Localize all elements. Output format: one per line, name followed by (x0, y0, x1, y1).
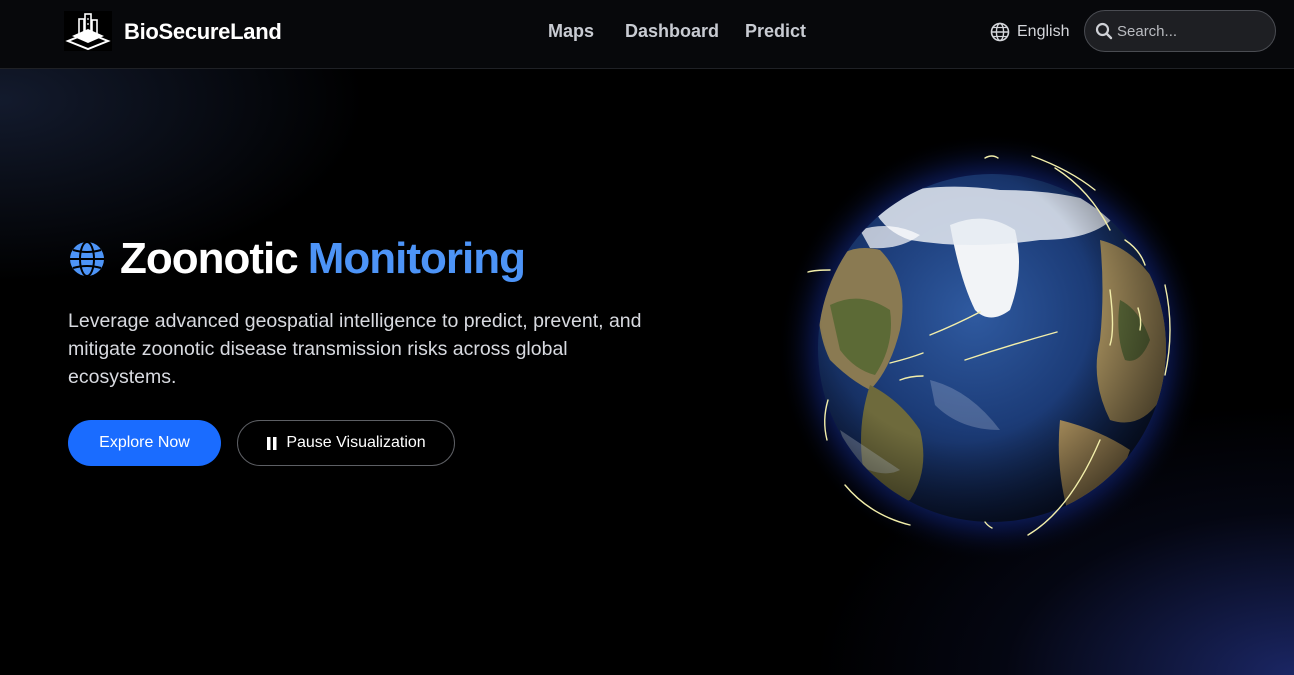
pause-icon (267, 436, 277, 450)
explore-now-button[interactable]: Explore Now (68, 420, 221, 466)
language-label: English (1017, 23, 1070, 40)
building-logo-icon (65, 13, 111, 51)
search-icon (1095, 22, 1113, 40)
brand-logo[interactable] (64, 11, 112, 51)
nav-link-predict[interactable]: Predict (745, 21, 806, 42)
hero-title-main: Zoonotic (120, 234, 299, 283)
globe-icon (70, 241, 104, 277)
pause-visualization-label: Pause Visualization (286, 434, 426, 451)
hero-subtitle: Leverage advanced geospatial intelligenc… (68, 310, 642, 388)
earth-globe (777, 133, 1207, 563)
search-box[interactable] (1084, 10, 1276, 52)
nav-link-dashboard[interactable]: Dashboard (625, 21, 719, 42)
globe-shading (818, 174, 1166, 522)
search-input[interactable] (1117, 22, 1267, 40)
hero-title-accent: Monitoring (307, 234, 526, 283)
language-selector[interactable]: English (990, 21, 1069, 43)
globe-icon (990, 22, 1010, 42)
brand-name[interactable]: BioSecureLand (124, 19, 282, 45)
hero-title: Zoonotic Monitoring (68, 232, 526, 286)
globe-visualization[interactable] (770, 130, 1210, 570)
pause-visualization-button[interactable]: Pause Visualization (237, 420, 455, 466)
nav-link-maps[interactable]: Maps (548, 21, 594, 42)
explore-now-label: Explore Now (99, 434, 190, 451)
navbar: BioSecureLand Maps Dashboard Predict Eng… (0, 0, 1294, 69)
